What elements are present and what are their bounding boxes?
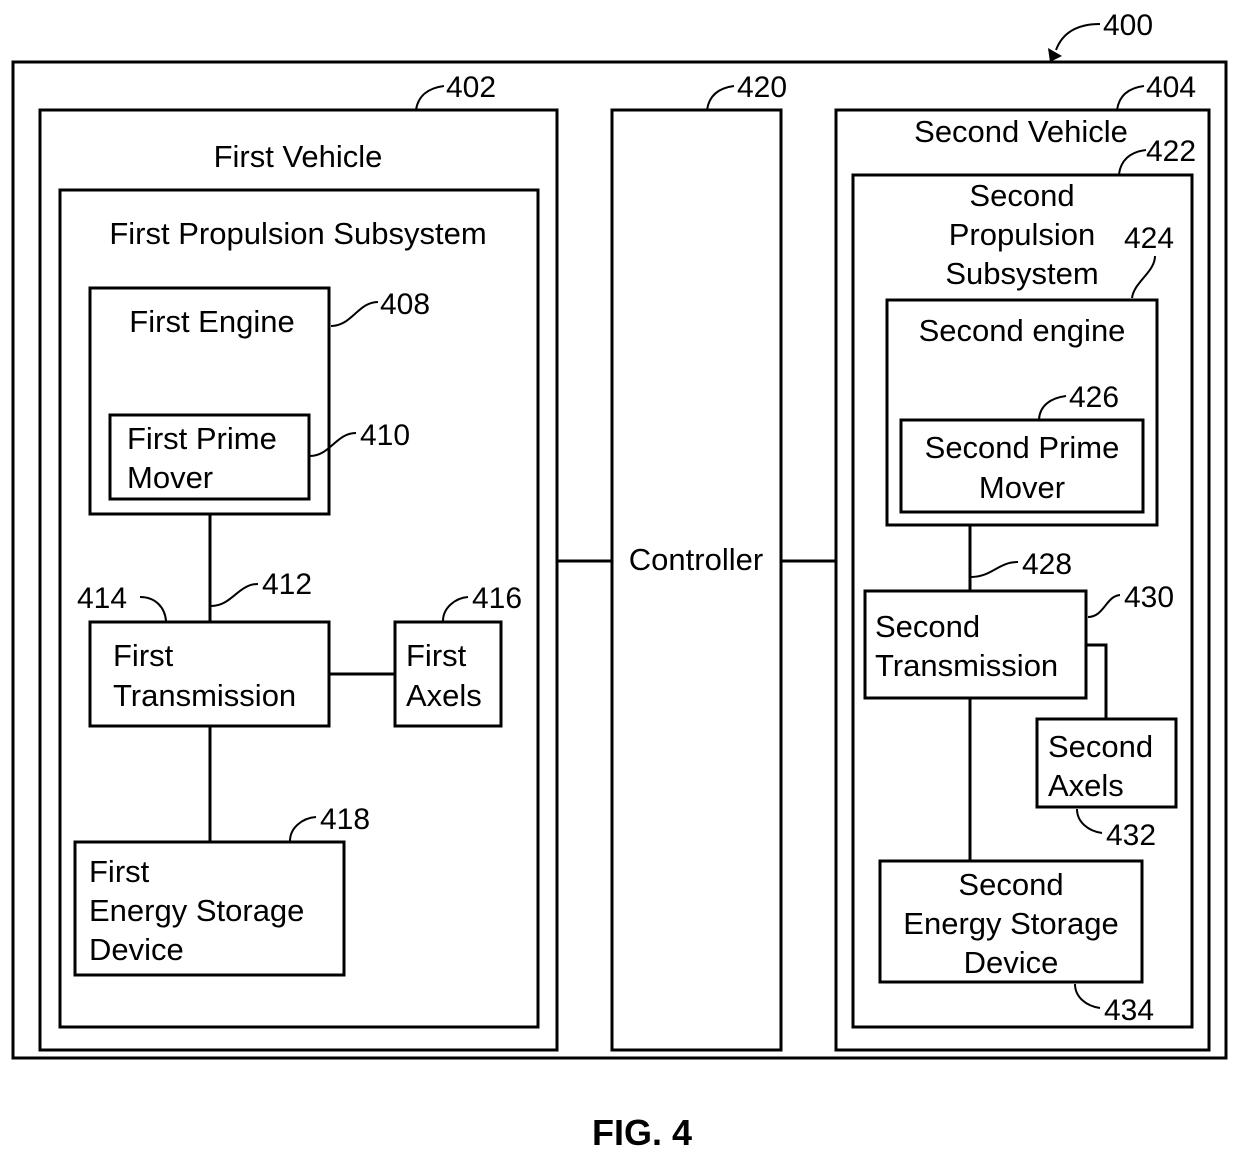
ref-416: 416 [472,582,522,615]
second-prime-mover-label-line1: Second Prime [925,430,1120,465]
first-prime-mover-label-line2: Mover [127,460,213,495]
second-energy-storage-label-line2: Energy Storage [903,906,1118,941]
ref-432: 432 [1106,819,1156,852]
second-transmission-label-line2: Transmission [875,648,1058,683]
second-propulsion-label-line2: Propulsion [949,217,1095,252]
first-propulsion-label: First Propulsion Subsystem [109,216,486,251]
system-diagram: 400 402 First Vehicle First Propulsion S… [11,9,1228,1153]
ref-400: 400 [1103,9,1153,42]
ref-412: 412 [262,568,312,601]
second-axels-label-line2: Axels [1048,768,1124,803]
ref-418: 418 [320,803,370,836]
ref-434: 434 [1104,994,1154,1027]
first-transmission-label-line2: Transmission [113,678,296,713]
ref-404: 404 [1146,71,1196,104]
ref-408: 408 [380,288,430,321]
ref-428: 428 [1022,548,1072,581]
second-prime-mover-label-line2: Mover [979,470,1065,505]
first-axels-label-line2: Axels [406,678,482,713]
controller-label: Controller [629,542,763,577]
second-vehicle-label: Second Vehicle [914,114,1128,149]
ref-430: 430 [1124,581,1174,614]
ref-426: 426 [1069,381,1119,414]
figure-caption: FIG. 4 [592,1112,692,1153]
ref-420: 420 [737,71,787,104]
second-energy-storage-label-line3: Device [964,945,1059,980]
first-energy-storage-label-line1: First [89,854,150,889]
first-vehicle-label: First Vehicle [214,139,383,174]
ref-414: 414 [77,582,127,615]
first-transmission-label-line1: First [113,638,174,673]
ref-402: 402 [446,71,496,104]
ref-422: 422 [1146,135,1196,168]
second-engine-label: Second engine [919,313,1126,348]
first-engine-label: First Engine [129,304,294,339]
controller-box [610,108,783,1052]
first-axels-label-line1: First [406,638,467,673]
arrowhead-icon [1048,48,1062,62]
first-energy-storage-label-line3: Device [89,932,184,967]
first-energy-storage-label-line2: Energy Storage [89,893,304,928]
second-propulsion-label-line3: Subsystem [945,256,1098,291]
second-transmission-label-line1: Second [875,609,980,644]
second-propulsion-label-line1: Second [969,178,1074,213]
ref-424: 424 [1124,222,1174,255]
second-axels-label-line1: Second [1048,729,1153,764]
ref-410: 410 [360,419,410,452]
second-energy-storage-label-line1: Second [958,867,1063,902]
first-prime-mover-label-line1: First Prime [127,421,277,456]
ref-400-leader [1055,23,1101,51]
